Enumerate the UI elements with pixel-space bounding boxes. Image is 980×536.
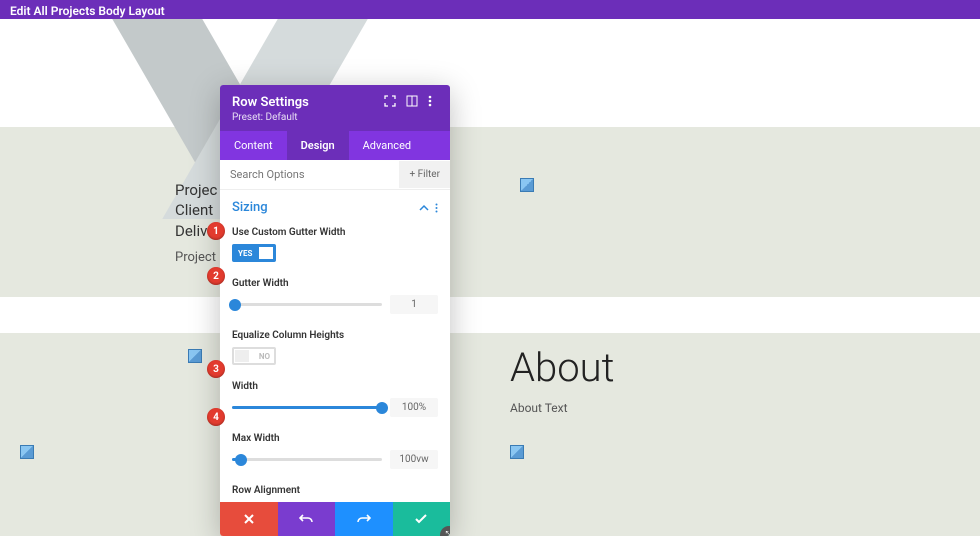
toggle-custom-gutter[interactable]: YES bbox=[232, 244, 276, 262]
image-placeholder-icon bbox=[188, 349, 202, 363]
value-gutter-width[interactable]: 1 bbox=[390, 295, 438, 314]
annotation-badge-2: 2 bbox=[207, 267, 225, 285]
annotation-badge-1: 1 bbox=[207, 222, 225, 240]
redo-button[interactable] bbox=[335, 502, 393, 536]
expand-icon[interactable] bbox=[384, 95, 396, 107]
about-text: About Text bbox=[510, 401, 614, 415]
panel-actions bbox=[220, 502, 450, 536]
slider-max-width[interactable] bbox=[232, 458, 382, 461]
panel-preset[interactable]: Preset: Default bbox=[232, 112, 438, 123]
annotation-badge-3: 3 bbox=[207, 360, 225, 378]
value-max-width[interactable]: 100vw bbox=[390, 450, 438, 469]
about-section: About About Text bbox=[510, 344, 614, 415]
opt-row-alignment: Row Alignment bbox=[220, 479, 450, 496]
opt-max-width: Max Width 100vw bbox=[220, 427, 450, 479]
tab-content[interactable]: Content bbox=[220, 131, 287, 160]
top-bar: Edit All Projects Body Layout bbox=[0, 0, 980, 19]
page-title: Edit All Projects Body Layout bbox=[10, 4, 165, 18]
tab-advanced[interactable]: Advanced bbox=[349, 131, 425, 160]
opt-width: Width 100% bbox=[220, 375, 450, 427]
section-name: Sizing bbox=[232, 200, 268, 215]
slider-width[interactable] bbox=[232, 406, 382, 409]
image-placeholder-icon bbox=[520, 178, 534, 192]
image-placeholder-icon bbox=[510, 445, 524, 459]
slider-gutter-width[interactable] bbox=[232, 303, 382, 306]
section-header[interactable]: Sizing bbox=[220, 190, 450, 221]
row-settings-panel: Row Settings Preset: Default Content Des… bbox=[220, 85, 450, 536]
columns-icon[interactable] bbox=[406, 95, 418, 107]
cancel-button[interactable] bbox=[220, 502, 278, 536]
more-icon[interactable] bbox=[428, 95, 440, 107]
filter-button[interactable]: + Filter bbox=[399, 161, 450, 188]
value-width[interactable]: 100% bbox=[390, 398, 438, 417]
panel-header[interactable]: Row Settings Preset: Default bbox=[220, 85, 450, 131]
opt-gutter-width: Gutter Width 1 bbox=[220, 272, 450, 324]
opt-custom-gutter: Use Custom Gutter Width YES bbox=[220, 221, 450, 272]
tabs: Content Design Advanced bbox=[220, 131, 450, 160]
about-heading: About bbox=[510, 344, 614, 391]
bg-mid bbox=[0, 297, 980, 333]
toggle-equalize[interactable]: NO bbox=[232, 347, 276, 365]
tab-design[interactable]: Design bbox=[287, 131, 349, 160]
section-more-icon[interactable] bbox=[435, 203, 438, 213]
undo-button[interactable] bbox=[278, 502, 336, 536]
search-row: + Filter bbox=[220, 160, 450, 190]
annotation-badge-4: 4 bbox=[207, 408, 225, 426]
image-placeholder-icon bbox=[20, 445, 34, 459]
opt-equalize: Equalize Column Heights NO bbox=[220, 324, 450, 375]
search-input[interactable] bbox=[220, 160, 399, 189]
chevron-up-icon[interactable] bbox=[419, 203, 429, 213]
